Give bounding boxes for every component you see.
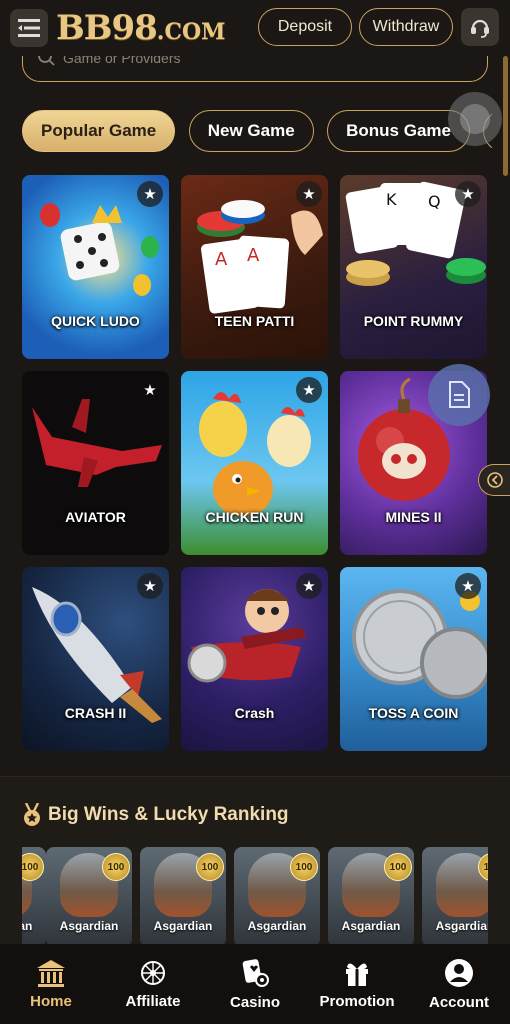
svg-text:A: A	[215, 249, 228, 270]
favorite-star-icon[interactable]: ★	[296, 377, 322, 403]
document-icon	[449, 381, 470, 408]
logo-main: BB98	[56, 8, 158, 48]
game-title: Crash	[234, 705, 275, 721]
game-card-aviator[interactable]: AVIATOR ★	[22, 371, 169, 555]
medal-icon	[24, 803, 40, 826]
nav-promotion[interactable]: Promotion	[306, 944, 408, 1024]
svg-text:A: A	[247, 245, 260, 266]
win-badge: 100	[102, 853, 130, 881]
game-card-crash[interactable]: Crash ★	[181, 567, 328, 751]
game-title: CHICKEN RUN	[205, 509, 304, 525]
deposit-button[interactable]: Deposit	[258, 8, 352, 46]
nav-label: Casino	[229, 993, 280, 1011]
brand-logo[interactable]: BB98.COM	[56, 8, 225, 48]
win-badge: 100	[384, 853, 412, 881]
nav-label: Affiliate	[125, 992, 181, 1010]
home-icon	[37, 959, 65, 987]
nav-label: Account	[429, 993, 489, 1011]
game-title: QUICK LUDO	[51, 313, 140, 329]
favorite-star-icon[interactable]: ★	[137, 573, 163, 599]
ranking-game-name: Asgardian	[153, 919, 213, 933]
headset-icon	[471, 19, 489, 38]
logo-suffix: .COM	[156, 19, 226, 45]
game-title: CRASH II	[64, 705, 127, 721]
menu-icon	[18, 19, 40, 37]
favorite-star-icon[interactable]: ★	[455, 573, 481, 599]
menu-button[interactable]	[10, 9, 48, 47]
gift-icon	[346, 962, 368, 986]
nav-account[interactable]: Account	[408, 944, 510, 1024]
game-card-chicken-run[interactable]: CHICKEN RUN ★	[181, 371, 328, 555]
ranking-game-name: Asgardian	[435, 919, 488, 933]
game-title: POINT RUMMY	[363, 313, 464, 329]
tab-new-game[interactable]: New Game	[188, 110, 314, 152]
ranking-section: Big Wins & Lucky Ranking 100 Asgardian 1…	[0, 776, 510, 947]
ranking-item[interactable]: 100 Asgardian	[22, 847, 46, 947]
favorite-star-icon[interactable]: ★	[455, 181, 481, 207]
page-scrollbar[interactable]	[503, 56, 508, 176]
game-title: TEEN PATTI	[214, 313, 295, 329]
svg-text:K: K	[386, 190, 397, 209]
category-tabs: Popular Game New Game Bonus Game F	[22, 110, 492, 154]
floating-document-button[interactable]	[428, 364, 490, 426]
game-card-teen-patti[interactable]: A A TEEN PATTI ★	[181, 175, 328, 359]
favorite-star-icon[interactable]: ★	[137, 181, 163, 207]
nav-label: Home	[30, 992, 72, 1010]
ranking-game-name: Asgardian	[341, 919, 401, 933]
ranking-item[interactable]: 100 Asgardian	[140, 847, 226, 947]
nav-label: Promotion	[319, 992, 395, 1010]
side-panel-toggle[interactable]	[478, 464, 510, 496]
casino-cards-icon	[242, 958, 269, 987]
win-badge: 100	[22, 853, 44, 881]
game-card-crash-ii[interactable]: CRASH II ★	[22, 567, 169, 751]
ranking-item[interactable]: 100 Asgardian	[46, 847, 132, 947]
arrow-left-icon	[486, 472, 503, 488]
ranking-item[interactable]: 100 Asgardian	[234, 847, 320, 947]
game-card-quick-ludo[interactable]: QUICK LUDO ★	[22, 175, 169, 359]
tab-popular-game[interactable]: Popular Game	[22, 110, 176, 152]
user-icon	[445, 958, 473, 987]
ranking-item[interactable]: 100 Asgardian	[422, 847, 488, 947]
ranking-game-name: Asgardian	[247, 919, 307, 933]
floating-assistive-button[interactable]	[448, 92, 502, 146]
favorite-star-icon[interactable]: ★	[296, 181, 322, 207]
nav-affiliate[interactable]: Affiliate	[102, 944, 204, 1024]
game-card-toss-a-coin[interactable]: TOSS A COIN ★	[340, 567, 487, 751]
game-card-point-rummy[interactable]: K Q POINT RUMMY ★	[340, 175, 487, 359]
svg-text:Q: Q	[428, 192, 441, 211]
app-page: BB98.COM Deposit Withdraw Game or Provid…	[0, 0, 510, 1024]
ranking-item[interactable]: 100 Asgardian	[328, 847, 414, 947]
ranking-carousel[interactable]: 100 Asgardian 100 Asgardian 100 Asgardia…	[22, 847, 488, 947]
game-title: MINES II	[385, 509, 442, 525]
ranking-game-name: Asgardian	[22, 919, 33, 933]
game-title: TOSS A COIN	[368, 705, 459, 721]
favorite-star-icon[interactable]: ★	[137, 377, 163, 403]
nav-casino[interactable]: Casino	[204, 944, 306, 1024]
withdraw-button[interactable]: Withdraw	[359, 8, 453, 46]
nav-home[interactable]: Home	[0, 944, 102, 1024]
ranking-title: Big Wins & Lucky Ranking	[48, 804, 289, 825]
favorite-star-icon[interactable]: ★	[296, 573, 322, 599]
win-badge: 100	[290, 853, 318, 881]
bottom-navigation: Home Affiliate Casino Promotion Account	[0, 944, 510, 1024]
game-title: AVIATOR	[65, 509, 126, 525]
top-header: BB98.COM Deposit Withdraw	[0, 0, 510, 56]
ranking-game-name: Asgardian	[59, 919, 119, 933]
ranking-heading: Big Wins & Lucky Ranking	[22, 803, 289, 827]
network-icon	[141, 960, 165, 985]
win-badge: 100	[196, 853, 224, 881]
support-button[interactable]	[461, 8, 499, 46]
